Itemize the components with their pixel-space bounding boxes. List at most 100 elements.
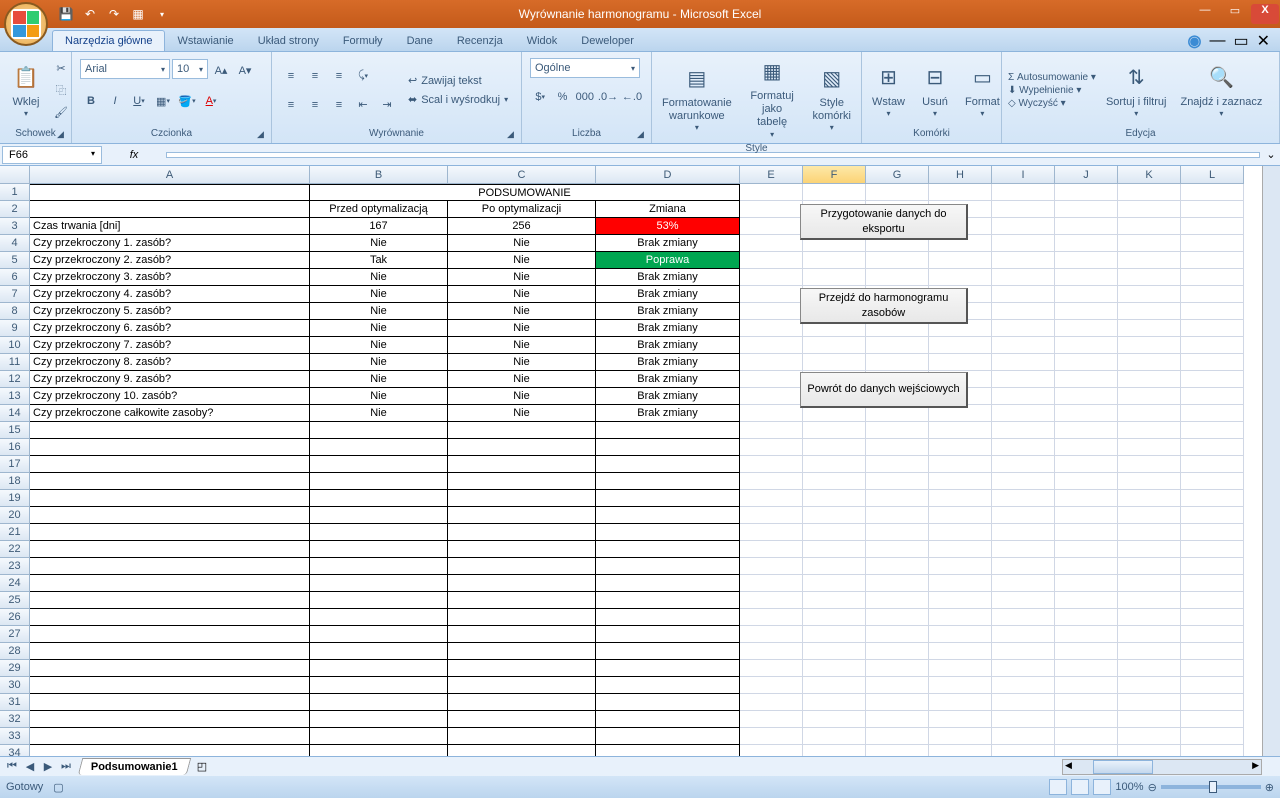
cell[interactable] [803, 337, 866, 354]
cell[interactable]: Nie [310, 388, 448, 405]
cell[interactable] [1181, 575, 1244, 592]
cell[interactable] [1118, 303, 1181, 320]
cell[interactable] [929, 524, 992, 541]
column-header[interactable]: I [992, 166, 1055, 184]
border-icon[interactable]: ▦▾ [152, 90, 174, 112]
row-header[interactable]: 22 [0, 541, 30, 558]
cell[interactable] [740, 184, 803, 201]
cell[interactable] [448, 507, 596, 524]
increase-decimal-icon[interactable]: .0→ [597, 86, 619, 108]
fill-color-icon[interactable]: 🪣▾ [176, 90, 198, 112]
row-header[interactable]: 34 [0, 745, 30, 756]
cell[interactable] [1181, 711, 1244, 728]
cell[interactable] [866, 660, 929, 677]
cell[interactable] [448, 575, 596, 592]
cell[interactable] [992, 184, 1055, 201]
cell[interactable] [310, 524, 448, 541]
align-bottom-icon[interactable]: ≡ [328, 65, 350, 87]
cell[interactable] [740, 728, 803, 745]
cell[interactable] [1055, 184, 1118, 201]
cell[interactable]: Czy przekroczony 1. zasób? [30, 235, 310, 252]
cell[interactable] [929, 677, 992, 694]
cell[interactable] [992, 354, 1055, 371]
macro-button[interactable]: Powrót do danych wejściowych [800, 372, 968, 408]
macro-button[interactable]: Przygotowanie danych do eksportu [800, 204, 968, 240]
cell[interactable] [866, 252, 929, 269]
row-header[interactable]: 14 [0, 405, 30, 422]
align-center-icon[interactable]: ≡ [304, 94, 326, 116]
cell[interactable] [1181, 337, 1244, 354]
cell[interactable] [1118, 252, 1181, 269]
restore-icon[interactable]: ▭ [1233, 31, 1248, 51]
cell[interactable]: Zmiana [596, 201, 740, 218]
cell[interactable] [448, 456, 596, 473]
copy-icon[interactable]: ⿻ [50, 79, 72, 101]
cell[interactable] [1181, 524, 1244, 541]
cell[interactable] [740, 201, 803, 218]
cell[interactable] [929, 422, 992, 439]
minimize-ribbon-icon[interactable]: — [1209, 32, 1225, 50]
column-header[interactable]: K [1118, 166, 1181, 184]
cell[interactable] [1118, 405, 1181, 422]
zoom-level[interactable]: 100% [1115, 781, 1143, 793]
cell[interactable] [30, 728, 310, 745]
cell[interactable] [1118, 626, 1181, 643]
cell[interactable]: Tak [310, 252, 448, 269]
cell[interactable] [803, 490, 866, 507]
cell[interactable]: Nie [448, 405, 596, 422]
cell[interactable] [929, 354, 992, 371]
cell[interactable] [310, 439, 448, 456]
cell[interactable] [1055, 286, 1118, 303]
cell[interactable] [740, 337, 803, 354]
cell[interactable] [1118, 201, 1181, 218]
cell[interactable] [1118, 592, 1181, 609]
italic-icon[interactable]: I [104, 90, 126, 112]
cell[interactable] [596, 524, 740, 541]
cell[interactable] [803, 575, 866, 592]
row-header[interactable]: 21 [0, 524, 30, 541]
cell[interactable] [1118, 660, 1181, 677]
cell[interactable] [740, 711, 803, 728]
cell[interactable] [1118, 388, 1181, 405]
tab-last-icon[interactable]: ⏭ [58, 760, 74, 773]
cell[interactable] [448, 677, 596, 694]
cell[interactable] [310, 609, 448, 626]
cell[interactable] [1181, 677, 1244, 694]
cell[interactable] [1055, 252, 1118, 269]
cell[interactable] [1055, 354, 1118, 371]
align-middle-icon[interactable]: ≡ [304, 65, 326, 87]
tab-first-icon[interactable]: ⏮ [4, 760, 20, 773]
cell[interactable] [803, 456, 866, 473]
row-header[interactable]: 7 [0, 286, 30, 303]
cell[interactable] [448, 439, 596, 456]
cell[interactable] [866, 184, 929, 201]
cell[interactable] [929, 694, 992, 711]
row-header[interactable]: 27 [0, 626, 30, 643]
tab-layout[interactable]: Układ strony [246, 31, 331, 51]
cell[interactable] [30, 558, 310, 575]
cell[interactable] [740, 303, 803, 320]
cell[interactable] [1055, 524, 1118, 541]
cell[interactable] [866, 592, 929, 609]
column-header[interactable]: L [1181, 166, 1244, 184]
row-header[interactable]: 25 [0, 592, 30, 609]
cell[interactable] [992, 677, 1055, 694]
cell[interactable] [992, 558, 1055, 575]
cell[interactable] [740, 439, 803, 456]
cell[interactable] [803, 269, 866, 286]
cell[interactable] [596, 575, 740, 592]
zoom-slider[interactable] [1161, 785, 1261, 789]
cell[interactable] [1181, 694, 1244, 711]
cell[interactable] [1181, 371, 1244, 388]
row-header[interactable]: 6 [0, 269, 30, 286]
cell[interactable]: Nie [448, 388, 596, 405]
cell[interactable] [1181, 745, 1244, 756]
cell[interactable] [866, 524, 929, 541]
cell[interactable] [310, 575, 448, 592]
cell[interactable] [992, 439, 1055, 456]
cell[interactable] [1181, 558, 1244, 575]
cell[interactable] [1181, 388, 1244, 405]
cell[interactable] [1118, 507, 1181, 524]
cell[interactable]: Nie [448, 337, 596, 354]
tab-view[interactable]: Widok [515, 31, 570, 51]
